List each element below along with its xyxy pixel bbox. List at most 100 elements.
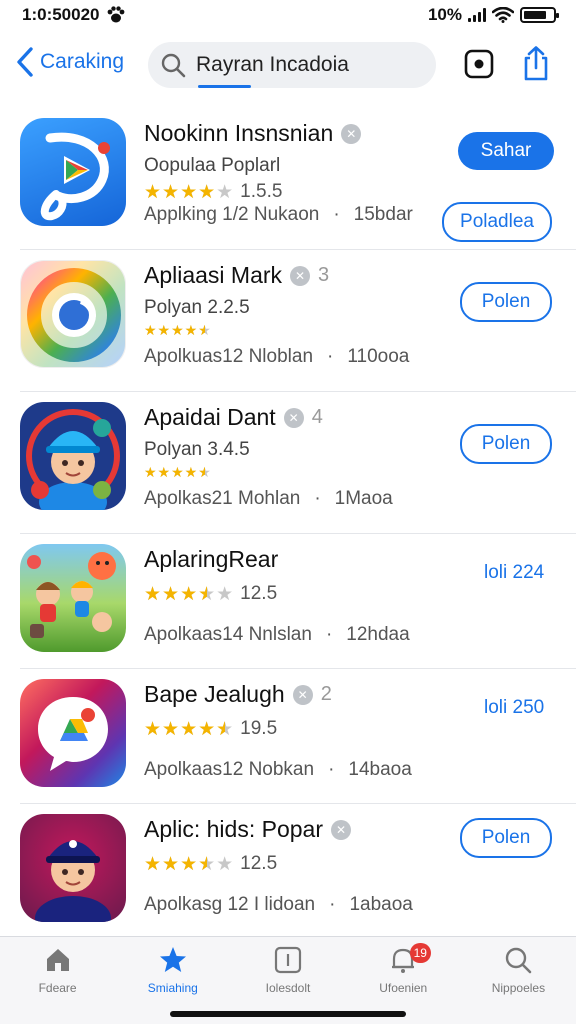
list-item[interactable]: Aplic: hids: Popar ✕ ★★★★★★★★★★ 12.5 Apo… [20, 804, 576, 939]
status-bar: 1:0:50020 10% [0, 0, 576, 30]
star-rating-icon: ★★★★★★★★★★ [144, 853, 235, 875]
boy-avatar-icon [20, 814, 126, 922]
list-item[interactable]: Apaidai Dant ✕ 4 Polyan 3.4.5 ★★★★★★★★★★… [20, 392, 576, 534]
chat-drive-icon [20, 679, 126, 787]
app-info: AplaringRear ★★★★★★★★★★ 12.5 [144, 546, 444, 605]
battery-percent: 10% [427, 5, 462, 24]
app-info: Nookinn Insnsnian ✕ Oopulaa Poplarl ★★★★… [144, 120, 444, 203]
app-name: Bape Jealugh ✕ 2 [144, 681, 444, 708]
verified-icon: ✕ [283, 407, 304, 428]
rating-line: ★★★★★★★★★★ 12.5 [144, 583, 444, 605]
app-title: Nookinn Insnsnian [144, 120, 334, 146]
app-name: AplaringRear [144, 546, 444, 573]
price-button[interactable]: loli 224 [484, 562, 544, 584]
app-title: Aplic: hids: Popar [144, 816, 323, 842]
rating-value: 12.5 [240, 583, 278, 604]
search-field[interactable]: Rayran Incadoia [148, 42, 436, 88]
app-subtitle: Oopulaa Poplarl [144, 155, 281, 176]
open-button[interactable]: Poladlea [442, 202, 552, 242]
app-meta-right: 110ooa [347, 346, 410, 367]
browser-icon [20, 260, 126, 368]
back-label: Caraking [40, 50, 125, 73]
kid-avatar-icon [20, 402, 126, 510]
app-meta-left: Apolkas21 Mohlan [144, 488, 301, 509]
app-meta: Apolkaas14 Nnlslan · 12hdaa [144, 624, 410, 645]
list-item[interactable]: AplaringRear ★★★★★★★★★★ 12.5 Apolkaas14 … [20, 534, 576, 669]
rating-line: ★★★★★★★★★★ [144, 323, 444, 337]
rating-value: 1.5.5 [240, 181, 283, 202]
share-button[interactable] [518, 46, 554, 82]
battery-fill [524, 11, 547, 19]
wifi-icon [492, 7, 514, 23]
app-meta-left: Apolkuas12 Nloblan [144, 346, 314, 367]
verified-icon: ✕ [290, 265, 311, 286]
app-title: Apliaasi Mark [144, 262, 283, 288]
star-rating-icon: ★★★★★★★★★★ [144, 464, 212, 480]
app-title: AplaringRear [144, 546, 279, 572]
verified-icon: ✕ [330, 819, 351, 840]
tab-label: Fdeare [38, 981, 77, 995]
play-icon [20, 118, 126, 226]
app-subtitle: Polyan 3.4.5 [144, 439, 250, 460]
app-title: Apaidai Dant [144, 404, 276, 430]
list-item[interactable]: Apliaasi Mark ✕ 3 Polyan 2.2.5 ★★★★★ ★★★★… [20, 250, 576, 392]
app-meta-right: 14baoa [348, 759, 412, 780]
status-right: 10% [427, 5, 559, 25]
rating-value: 19.5 [240, 718, 278, 739]
app-info: Bape Jealugh ✕ 2 ★★★★★★★★★★ 19.5 [144, 681, 444, 740]
search-icon [506, 947, 532, 974]
app-info: Aplic: hids: Popar ✕ ★★★★★★★★★★ 12.5 [144, 816, 444, 875]
app-info: Apliaasi Mark ✕ 3 Polyan 2.2.5 ★★★★★ ★★★★… [144, 262, 444, 337]
app-info: Apaidai Dant ✕ 4 Polyan 3.4.5 ★★★★★★★★★★ [144, 404, 444, 479]
search-underline [198, 85, 251, 88]
app-meta: Apolkuas12 Nloblan · 110ooa [144, 346, 410, 367]
open-button[interactable]: Polen [460, 818, 552, 858]
open-button[interactable]: Polen [460, 424, 552, 464]
open-button[interactable]: Polen [460, 282, 552, 322]
star-icon [159, 947, 186, 972]
app-list: Nookinn Insnsnian ✕ Oopulaa Poplarl ★★★★… [0, 108, 576, 939]
square-icon [274, 946, 302, 974]
app-meta-left: Apolkasg 12 I lidoan [144, 894, 316, 915]
badge-extra: 4 [311, 406, 323, 428]
app-meta-right: 15bdar [353, 204, 413, 225]
star-rating-icon: ★★★★★★★★★★ [144, 583, 235, 605]
list-item[interactable]: Bape Jealugh ✕ 2 ★★★★★★★★★★ 19.5 Apolkaa… [20, 669, 576, 804]
record-button[interactable] [461, 46, 497, 82]
verified-icon: ✕ [292, 684, 313, 705]
app-name: Apliaasi Mark ✕ 3 [144, 262, 444, 289]
tab-label: Smiahing [147, 981, 198, 995]
home-icon [46, 949, 69, 971]
app-name: Aplic: hids: Popar ✕ [144, 816, 444, 843]
get-button[interactable]: Sahar [458, 132, 554, 170]
cartoon-game-icon [20, 544, 126, 652]
app-name: Apaidai Dant ✕ 4 [144, 404, 444, 431]
status-left: 1:0:50020 [22, 5, 126, 25]
tab-home[interactable]: Fdeare [0, 937, 115, 1024]
app-title: Bape Jealugh [144, 681, 285, 707]
notification-badge: 19 [409, 943, 431, 963]
paw-icon [107, 6, 124, 23]
back-button[interactable]: Caraking [14, 46, 124, 78]
app-meta-left: Applking 1/2 Nukaon [144, 204, 320, 225]
list-item[interactable]: Nookinn Insnsnian ✕ Oopulaa Poplarl ★★★★… [20, 108, 576, 250]
tab-label: Iolesdolt [265, 981, 311, 995]
verified-icon: ✕ [341, 123, 362, 144]
tab-label: Nippoeles [491, 981, 546, 995]
app-meta: Apolkaas12 Nobkan · 14baoa [144, 759, 412, 780]
record-icon [464, 49, 494, 79]
search-header: Caraking Rayran Incadoia [0, 36, 576, 98]
app-meta: Apolkasg 12 I lidoan · 1abaoa [144, 894, 413, 915]
price-button[interactable]: loli 250 [484, 697, 544, 719]
app-name: Nookinn Insnsnian ✕ [144, 120, 444, 147]
rating-value: 12.5 [240, 853, 278, 874]
rating-line: ★★★★★★★★★★ 19.5 [144, 718, 444, 740]
app-meta-right: 1Maoa [334, 488, 393, 509]
chevron-left-icon [17, 47, 33, 77]
star-rating-icon: ★★★★★★★★★★ [144, 322, 212, 338]
rating-line: ★★★★★★★★★★ 12.5 [144, 853, 444, 875]
rating-line: ★★★★★★★★★★ [144, 465, 444, 479]
star-rating-icon: ★★★★★★★★★★ [144, 718, 235, 740]
tab-search[interactable]: Nippoeles [461, 937, 576, 1024]
app-meta-right: 1abaoa [349, 894, 413, 915]
